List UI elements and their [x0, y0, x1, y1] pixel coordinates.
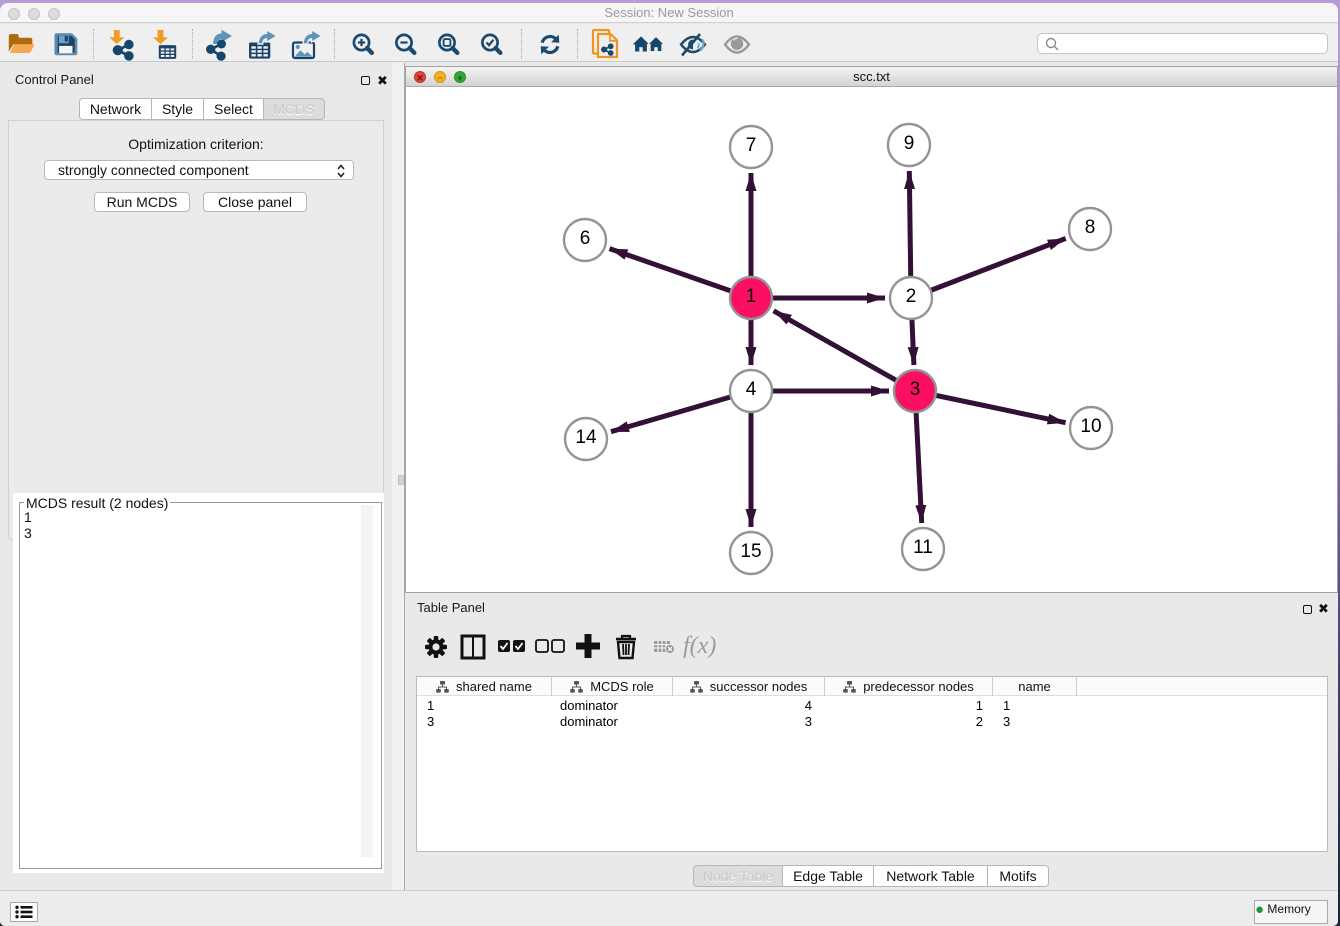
svg-text:f(x): f(x): [683, 633, 716, 659]
